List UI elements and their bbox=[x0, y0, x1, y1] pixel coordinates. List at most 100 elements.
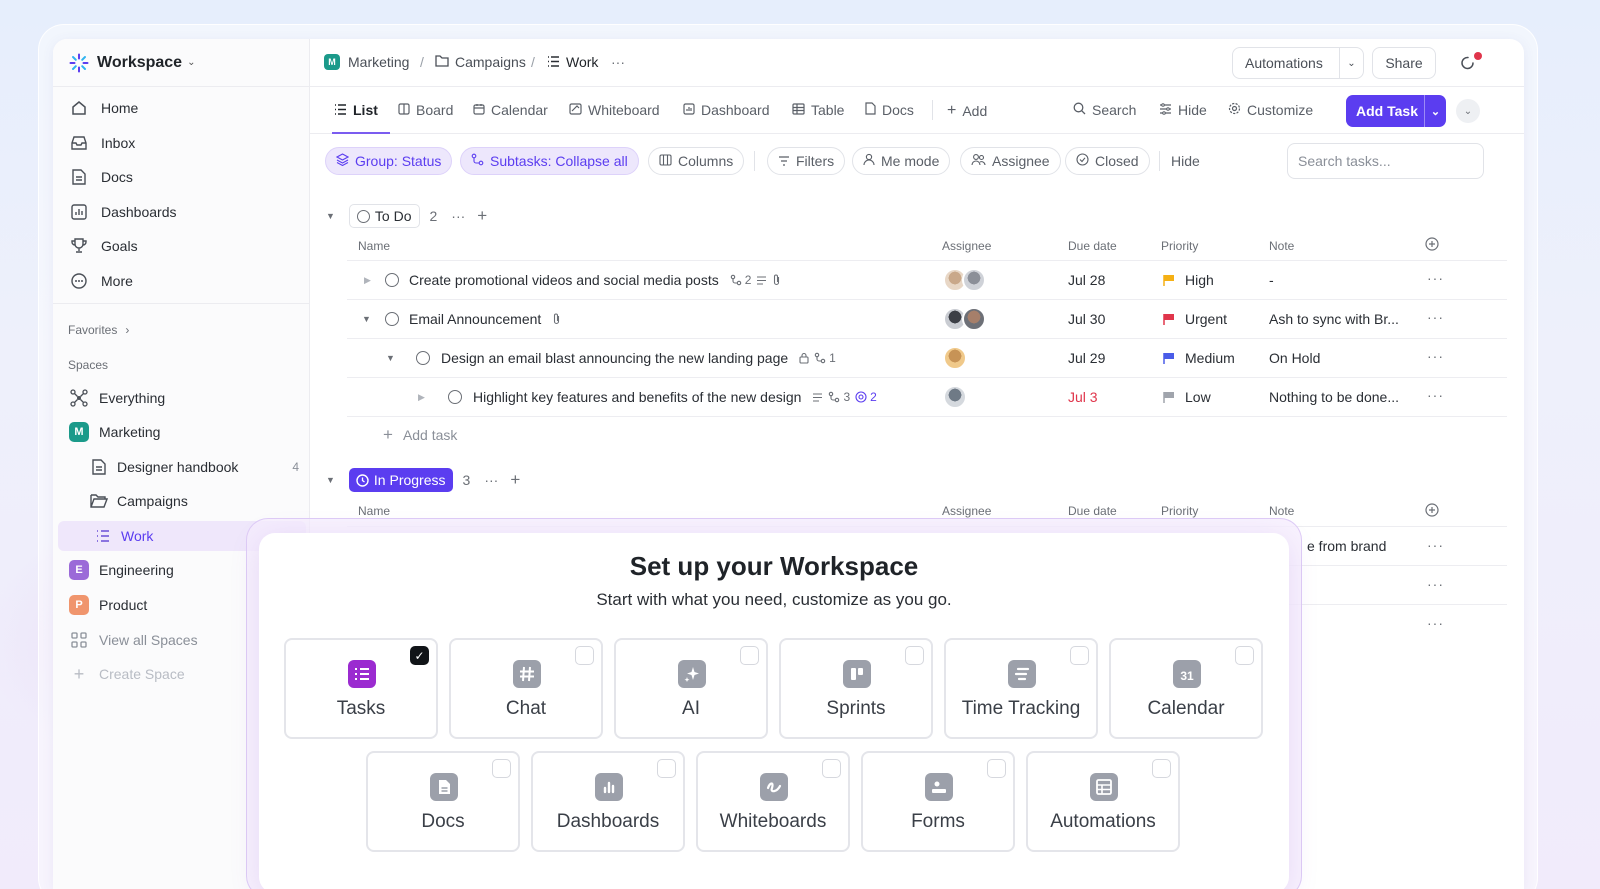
option-chat[interactable]: Chat bbox=[449, 638, 603, 739]
option-calendar[interactable]: 31 Calendar bbox=[1109, 638, 1263, 739]
add-task-row[interactable]: + Add task bbox=[383, 425, 457, 445]
option-checkbox[interactable] bbox=[1152, 759, 1171, 778]
collapse-toggle[interactable]: ⌄ bbox=[1456, 99, 1480, 123]
column-header-name[interactable]: Name bbox=[358, 504, 390, 518]
task-status-circle[interactable] bbox=[416, 351, 430, 365]
hide-filter-button[interactable]: Hide bbox=[1171, 153, 1200, 169]
closed-chip[interactable]: Closed bbox=[1065, 147, 1150, 175]
filters-chip[interactable]: Filters bbox=[767, 147, 846, 175]
table-row[interactable]: ▶ Highlight key features and benefits of… bbox=[347, 378, 1507, 417]
group-more-button[interactable]: ··· bbox=[484, 472, 498, 488]
nav-inbox[interactable]: Inbox bbox=[69, 128, 135, 158]
expand-caret-icon[interactable]: ▼ bbox=[362, 314, 371, 324]
table-row[interactable]: ▼ Email Announcement Jul 30 Urgent Ash t… bbox=[347, 300, 1507, 339]
option-checkbox[interactable] bbox=[575, 646, 594, 665]
breadcrumb-space[interactable]: M Marketing bbox=[324, 54, 409, 70]
task-name[interactable]: Design an email blast announcing the new… bbox=[441, 350, 836, 366]
nav-docs[interactable]: Docs bbox=[69, 162, 133, 192]
status-pill-todo[interactable]: To Do bbox=[348, 204, 420, 228]
group-add-button[interactable]: + bbox=[477, 206, 487, 226]
add-view-button[interactable]: + Add bbox=[947, 102, 987, 120]
row-more-button[interactable]: ··· bbox=[1427, 270, 1444, 286]
note[interactable]: e from brand bbox=[1307, 538, 1386, 554]
nav-goals[interactable]: Goals bbox=[69, 231, 138, 261]
option-whiteboards[interactable]: Whiteboards bbox=[696, 751, 850, 852]
subtasks-chip[interactable]: Subtasks: Collapse all bbox=[460, 147, 639, 175]
assignee-chip[interactable]: Assignee bbox=[960, 147, 1061, 175]
task-status-circle[interactable] bbox=[385, 273, 399, 287]
sidebar-item-everything[interactable]: Everything bbox=[69, 383, 165, 413]
add-column-icon[interactable] bbox=[1425, 503, 1439, 522]
column-header-note[interactable]: Note bbox=[1269, 239, 1294, 253]
tab-whiteboard[interactable]: Whiteboard bbox=[569, 102, 660, 118]
assignee-avatars[interactable] bbox=[943, 307, 986, 331]
priority[interactable]: Medium bbox=[1163, 350, 1235, 366]
option-forms[interactable]: Forms bbox=[861, 751, 1015, 852]
priority[interactable]: High bbox=[1163, 272, 1214, 288]
row-more-button[interactable]: ··· bbox=[1427, 387, 1444, 403]
chevron-down-icon[interactable]: ⌄ bbox=[1425, 105, 1446, 118]
chevron-down-icon[interactable]: ⌄ bbox=[1340, 58, 1363, 69]
add-task-button[interactable]: Add Task ⌄ bbox=[1346, 95, 1446, 127]
add-column-icon[interactable] bbox=[1425, 237, 1439, 256]
column-header-priority[interactable]: Priority bbox=[1161, 239, 1198, 253]
nav-dashboards[interactable]: Dashboards bbox=[69, 197, 177, 227]
task-name[interactable]: Highlight key features and benefits of t… bbox=[473, 389, 877, 405]
option-checkbox[interactable] bbox=[740, 646, 759, 665]
columns-chip[interactable]: Columns bbox=[648, 147, 745, 175]
tab-table[interactable]: Table bbox=[792, 102, 844, 118]
due-date[interactable]: Jul 28 bbox=[1068, 272, 1105, 288]
option-checkbox[interactable] bbox=[1070, 646, 1089, 665]
row-more-button[interactable]: ··· bbox=[1427, 348, 1444, 364]
option-checkbox[interactable] bbox=[987, 759, 1006, 778]
due-date[interactable]: Jul 29 bbox=[1068, 350, 1105, 366]
row-more-button[interactable]: ··· bbox=[1427, 576, 1444, 592]
column-header-name[interactable]: Name bbox=[358, 239, 390, 253]
column-header-priority[interactable]: Priority bbox=[1161, 504, 1198, 518]
note[interactable]: Nothing to be done... bbox=[1269, 389, 1399, 405]
note[interactable]: On Hold bbox=[1269, 350, 1320, 366]
option-ai[interactable]: AI bbox=[614, 638, 768, 739]
favorites-header[interactable]: Favorites › bbox=[68, 323, 129, 337]
group-more-button[interactable]: ··· bbox=[451, 208, 465, 224]
priority[interactable]: Low bbox=[1163, 389, 1211, 405]
option-checkbox[interactable]: ✓ bbox=[410, 646, 429, 665]
note[interactable]: - bbox=[1269, 272, 1274, 288]
group-status-chip[interactable]: Group: Status bbox=[325, 147, 453, 175]
customize-button[interactable]: Customize bbox=[1228, 102, 1313, 118]
view-all-spaces[interactable]: View all Spaces bbox=[69, 625, 198, 655]
option-automations[interactable]: Automations bbox=[1026, 751, 1180, 852]
row-more-button[interactable]: ··· bbox=[1427, 537, 1444, 553]
column-header-due-date[interactable]: Due date bbox=[1068, 504, 1117, 518]
task-status-circle[interactable] bbox=[448, 390, 462, 404]
table-row[interactable]: ▶ Create promotional videos and social m… bbox=[347, 261, 1507, 300]
option-tasks[interactable]: ✓ Tasks bbox=[284, 638, 438, 739]
expand-caret-icon[interactable]: ▶ bbox=[364, 275, 371, 286]
tab-dashboard[interactable]: Dashboard bbox=[683, 102, 770, 118]
option-dashboards[interactable]: Dashboards bbox=[531, 751, 685, 852]
assignee-avatars[interactable] bbox=[943, 346, 967, 370]
tab-docs[interactable]: Docs bbox=[865, 102, 914, 118]
priority[interactable]: Urgent bbox=[1163, 311, 1227, 327]
due-date[interactable]: Jul 3 bbox=[1068, 389, 1098, 405]
search-tasks-input[interactable]: Search tasks... bbox=[1287, 143, 1484, 179]
task-name[interactable]: Email Announcement bbox=[409, 311, 561, 327]
create-space[interactable]: + Create Space bbox=[69, 659, 185, 689]
column-header-due-date[interactable]: Due date bbox=[1068, 239, 1117, 253]
breadcrumb-list[interactable]: Work bbox=[547, 54, 598, 70]
column-header-assignee[interactable]: Assignee bbox=[942, 239, 991, 253]
group-add-button[interactable]: + bbox=[510, 470, 520, 490]
sidebar-space-engineering[interactable]: E Engineering bbox=[69, 555, 174, 585]
expand-caret-icon[interactable]: ▶ bbox=[418, 392, 425, 403]
assignee-avatars[interactable] bbox=[943, 385, 967, 409]
tab-list[interactable]: List bbox=[334, 102, 378, 118]
expand-caret-icon[interactable]: ▼ bbox=[386, 353, 395, 363]
row-more-button[interactable]: ··· bbox=[1427, 615, 1444, 631]
breadcrumb-folder[interactable]: Campaigns bbox=[435, 54, 526, 70]
sidebar-item-work[interactable]: Work bbox=[93, 521, 153, 551]
tab-board[interactable]: Board bbox=[398, 102, 453, 118]
option-checkbox[interactable] bbox=[822, 759, 841, 778]
option-checkbox[interactable] bbox=[1235, 646, 1254, 665]
note[interactable]: Ash to sync with Br... bbox=[1269, 311, 1399, 327]
option-checkbox[interactable] bbox=[657, 759, 676, 778]
